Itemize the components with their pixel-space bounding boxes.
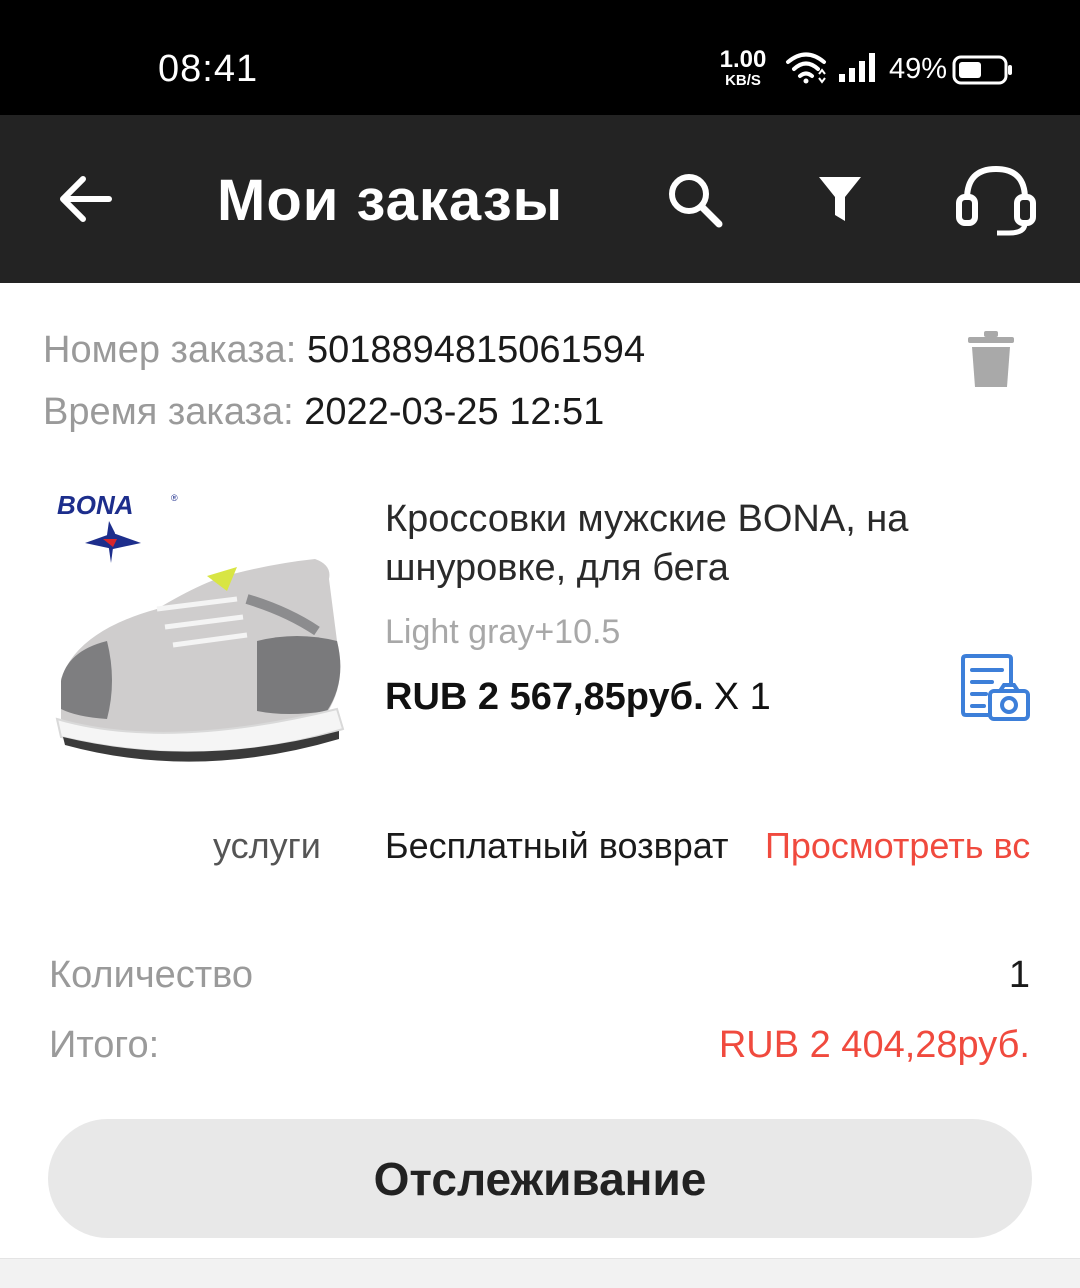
network-speed-unit: KB/S xyxy=(725,72,761,89)
order-time-label: Время заказа: xyxy=(43,391,294,433)
svg-text:®: ® xyxy=(171,493,178,503)
sneaker-image: BONA ® xyxy=(55,490,345,762)
brand-logo-text: BONA xyxy=(57,490,134,520)
order-number-label: Номер заказа: xyxy=(43,329,297,371)
order-time-value: 2022-03-25 12:51 xyxy=(304,391,605,433)
order-number-row: Номер заказа: 5018894815061594 xyxy=(43,326,645,374)
product-price-row: RUB 2 567,85руб. X 1 xyxy=(385,673,771,721)
next-card-edge xyxy=(0,1258,1080,1288)
battery-icon xyxy=(952,55,1012,85)
product-title[interactable]: Кроссовки мужские BONA, на шнуровке, для… xyxy=(385,495,1025,593)
product-variant: Light gray+10.5 xyxy=(385,613,621,651)
back-arrow-icon[interactable] xyxy=(55,173,113,225)
search-icon[interactable] xyxy=(666,171,724,229)
photo-review-icon[interactable] xyxy=(960,653,1032,725)
trash-icon[interactable] xyxy=(968,331,1016,389)
view-all-services-link[interactable]: Просмотреть все xyxy=(765,823,1031,869)
total-label: Итого: xyxy=(49,1024,160,1066)
status-bar: 08:41 1.00 KB/S 49% xyxy=(0,0,1080,115)
product-price: RUB 2 567,85руб. xyxy=(385,676,704,718)
page-title: Мои заказы xyxy=(217,168,564,233)
order-time-row: Время заказа: 2022-03-25 12:51 xyxy=(43,388,604,436)
order-card: Номер заказа: 5018894815061594 Время зак… xyxy=(0,283,1080,1258)
total-value: RUB 2 404,28руб. xyxy=(718,1024,1030,1066)
status-time: 08:41 xyxy=(158,48,259,90)
top-app-bar: Мои заказы xyxy=(0,115,1080,283)
signal-icon xyxy=(839,53,875,82)
filter-icon[interactable] xyxy=(817,175,863,225)
quantity-label: Количество xyxy=(49,954,254,996)
tracking-button[interactable]: Отслеживание xyxy=(48,1119,1032,1238)
network-speed-value: 1.00 xyxy=(719,46,767,73)
quantity-value: 1 xyxy=(1008,954,1030,996)
headset-icon[interactable] xyxy=(953,163,1039,237)
network-speed: 1.00 KB/S xyxy=(718,46,768,89)
product-image[interactable]: BONA ® xyxy=(47,481,347,781)
services-label: услуги xyxy=(213,825,321,866)
product-quantity: X 1 xyxy=(713,676,771,718)
wifi-icon xyxy=(786,52,826,84)
free-return-service: Бесплатный возврат xyxy=(385,825,729,866)
order-number-value: 5018894815061594 xyxy=(306,329,646,371)
battery-percent: 49% xyxy=(889,53,948,85)
